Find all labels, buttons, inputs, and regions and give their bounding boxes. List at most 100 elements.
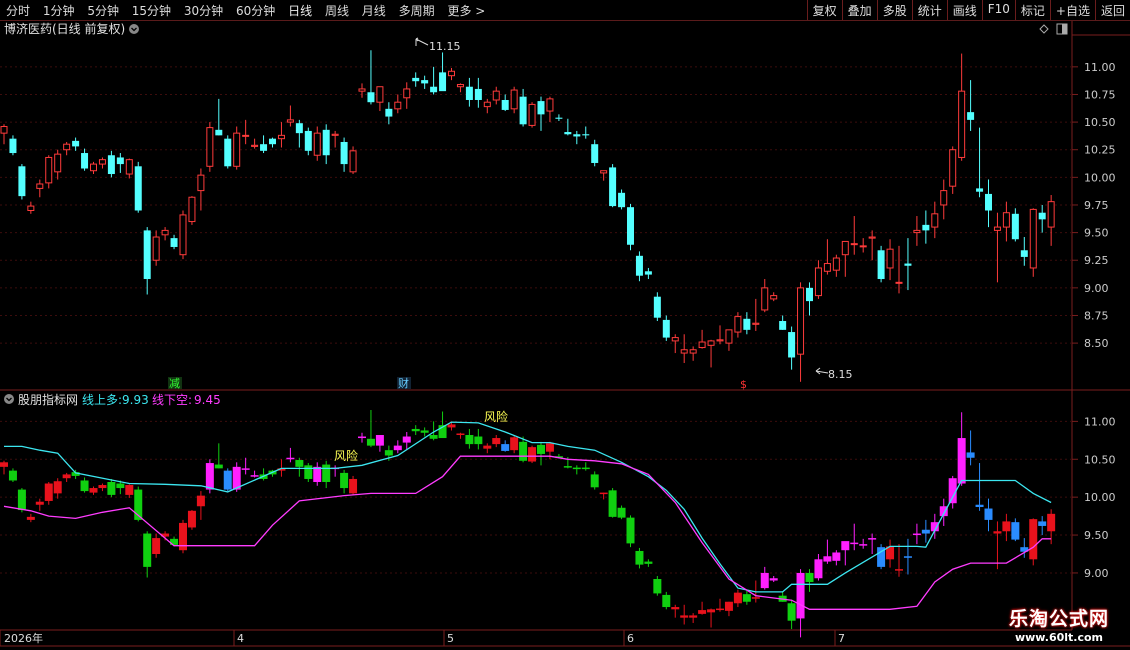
candle-body (197, 174, 205, 192)
candle-body (260, 144, 268, 151)
indicator-bar (626, 517, 635, 544)
candle-body (90, 163, 97, 172)
indicator-y-axis: 11.00 10.50 10.00 9.50 9.00 (1072, 415, 1116, 580)
x-label-jul: 7 (838, 632, 845, 645)
candle-body (483, 101, 491, 108)
candle-body (537, 101, 545, 115)
indicator-bar (474, 436, 483, 445)
indicator-bar (975, 504, 984, 508)
indicator-bar (653, 579, 662, 594)
y-tick-label: 10.25 (1084, 144, 1116, 157)
candle-body (54, 153, 62, 173)
indicator-bar (492, 438, 501, 445)
candle-body (179, 214, 187, 256)
candle-body (107, 155, 115, 175)
indicator-name: 股朋指标网 (18, 392, 78, 407)
indicator-bar (205, 463, 214, 490)
indicator-bar (698, 610, 707, 614)
reduce-marker[interactable]: 减 (169, 377, 180, 390)
candle-body (224, 138, 232, 167)
indicator-bar (787, 603, 796, 621)
candle-body (779, 321, 787, 330)
upper-line (4, 421, 1052, 593)
candle-body (116, 157, 124, 165)
lower-line (3, 455, 1052, 610)
y-tick-label: 9.25 (1084, 254, 1109, 267)
candle-body (206, 127, 214, 167)
candle-body (644, 271, 652, 275)
candle-body (439, 72, 447, 92)
candle-body (886, 248, 894, 269)
y-tick-label: 10.00 (1084, 491, 1116, 504)
indicator-bar (286, 457, 295, 460)
candle-body (761, 287, 769, 311)
risk-label-1: 风险 (334, 448, 358, 463)
indicator-bar (895, 569, 903, 571)
candle-body (627, 207, 634, 245)
candle-body (448, 70, 455, 77)
candle-body (993, 226, 1001, 231)
indicator-bar (733, 592, 742, 604)
candle-body (922, 224, 930, 231)
candle-body (618, 192, 626, 208)
candle-body (698, 341, 706, 349)
indicator-bar (89, 488, 98, 493)
candle-body (841, 240, 849, 256)
line-up-label: 线上多: (82, 393, 122, 407)
indicator-header: 股朋指标网 线上多: 9.93 线下空: 9.45 (4, 392, 221, 407)
indicator-bar (349, 478, 358, 494)
line-down-value: 9.45 (194, 393, 221, 407)
indicator-bar (152, 538, 161, 554)
candle-body (653, 296, 661, 318)
indicator-settings-icon[interactable] (4, 394, 14, 404)
candle-body (474, 88, 482, 100)
indicator-bar (680, 615, 689, 618)
candle-body (81, 153, 89, 169)
indicator-bar (402, 436, 411, 443)
candle-body (752, 322, 760, 325)
indicator-bar (993, 531, 1002, 534)
kline-chart[interactable]: 博济医药(日线 前复权) 11.00 10.75 10.50 10.25 10.00 9.… (0, 0, 1130, 650)
indicator-bar (760, 572, 769, 589)
indicator-bar (751, 597, 760, 599)
indicator-bar (796, 572, 805, 619)
candle-body (868, 236, 876, 239)
x-axis: 2026年 4 5 6 7 (0, 630, 845, 646)
candle-body (635, 255, 643, 276)
indicator-bar (742, 594, 751, 602)
candle-body (609, 167, 617, 207)
y-tick-label: 10.50 (1084, 453, 1116, 466)
indicator-bar (1002, 521, 1011, 532)
candle-body (63, 143, 71, 151)
indicator-bar (53, 481, 62, 494)
candle-body (358, 88, 366, 92)
indicator-bar (340, 472, 349, 489)
candle-body (233, 132, 241, 167)
candle-body (707, 340, 715, 346)
candle-body (313, 132, 321, 156)
high-price-label: 11.15 (429, 40, 461, 53)
x-label-may: 5 (447, 632, 454, 645)
finance-marker[interactable]: 财 (398, 376, 409, 390)
indicator-bar (17, 489, 26, 511)
y-tick-label: 8.50 (1084, 337, 1109, 350)
candle-body (286, 119, 294, 123)
indicator-bar (984, 508, 993, 520)
candle-body (1029, 208, 1037, 269)
y-tick-label: 9.50 (1084, 227, 1109, 240)
indicator-bar (572, 467, 581, 470)
indicator-bar (465, 435, 474, 445)
settings-dropdown-icon[interactable] (129, 24, 139, 34)
candle-body (340, 141, 348, 165)
candle-body (394, 101, 402, 110)
candle-body (689, 349, 697, 354)
candle-body (519, 96, 527, 125)
indicator-bar (250, 475, 259, 477)
y-tick-label: 9.50 (1084, 529, 1109, 542)
candle-body (456, 84, 464, 88)
stock-title: 博济医药(日线 前复权) (4, 21, 125, 36)
indicator-bar (921, 529, 930, 534)
indicator-bar (223, 470, 232, 490)
dividend-marker[interactable]: $ (740, 378, 747, 391)
x-label-apr: 4 (237, 632, 244, 645)
